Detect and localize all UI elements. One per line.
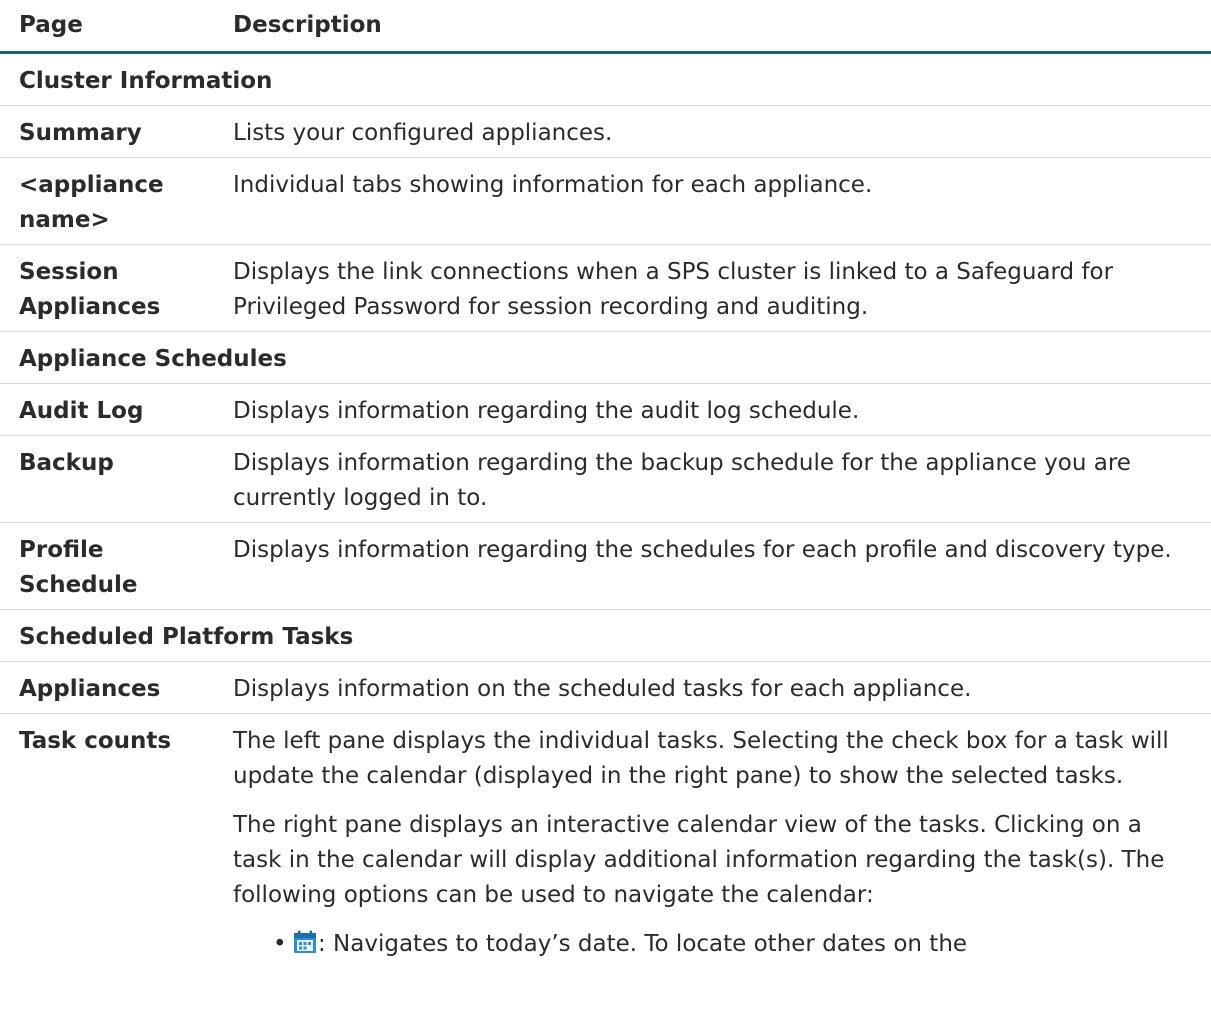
section-title: Appliance Schedules bbox=[0, 331, 1211, 384]
page-name: Appliances bbox=[0, 661, 224, 714]
page-name: Audit Log bbox=[0, 383, 224, 436]
table-row: Profile Schedule Displays information re… bbox=[0, 522, 1211, 610]
task-counts-paragraph-2: The right pane displays an interactive c… bbox=[233, 812, 1165, 908]
page-name: <appliance name> bbox=[0, 157, 224, 245]
list-item: • : Navigates to today’s date. To locate… bbox=[273, 927, 1193, 962]
page-name: Profile Schedule bbox=[0, 522, 224, 610]
table-header-row: Page Description bbox=[0, 0, 1211, 54]
calendar-today-icon bbox=[294, 930, 316, 953]
section-title: Cluster Information bbox=[0, 52, 1211, 106]
section-row: Scheduled Platform Tasks bbox=[0, 609, 1211, 662]
page-description: Displays information regarding the backu… bbox=[224, 435, 1211, 523]
calendar-options-list: • : Navigates to today’s date. To locate… bbox=[233, 927, 1193, 962]
page-description: Lists your configured appliances. bbox=[224, 105, 1211, 158]
table-row: Task counts The left pane displays the i… bbox=[0, 714, 1211, 969]
section-title: Scheduled Platform Tasks bbox=[0, 609, 1211, 662]
page-description: Individual tabs showing information for … bbox=[224, 157, 1211, 245]
table-row: Backup Displays information regarding th… bbox=[0, 435, 1211, 523]
page-description: The left pane displays the individual ta… bbox=[224, 714, 1211, 969]
column-header-page: Page bbox=[0, 0, 224, 54]
page-name: Task counts bbox=[19, 728, 172, 754]
task-counts-paragraph-1: The left pane displays the individual ta… bbox=[233, 728, 1169, 789]
table-row: <appliance name> Individual tabs showing… bbox=[0, 157, 1211, 245]
page-description: Displays the link connections when a SPS… bbox=[224, 244, 1211, 332]
pages-table: Page Description Cluster Information Sum… bbox=[0, 0, 1211, 968]
section-row: Cluster Information bbox=[0, 52, 1211, 106]
column-header-description: Description bbox=[224, 0, 1211, 54]
page-description: Displays information regarding the sched… bbox=[224, 522, 1211, 610]
page-name: Summary bbox=[0, 105, 224, 158]
section-row: Appliance Schedules bbox=[0, 331, 1211, 384]
page-description: Displays information on the scheduled ta… bbox=[224, 661, 1211, 714]
page-description: Displays information regarding the audit… bbox=[224, 383, 1211, 436]
table-row: Appliances Displays information on the s… bbox=[0, 661, 1211, 714]
table-row: Summary Lists your configured appliances… bbox=[0, 105, 1211, 158]
table-row: Session Appliances Displays the link con… bbox=[0, 244, 1211, 332]
option-text: : Navigates to today’s date. To locate o… bbox=[318, 931, 968, 957]
page-name: Backup bbox=[0, 435, 224, 523]
page-name: Session Appliances bbox=[0, 244, 224, 332]
table-row: Audit Log Displays information regarding… bbox=[0, 383, 1211, 436]
bullet: • bbox=[273, 931, 287, 957]
